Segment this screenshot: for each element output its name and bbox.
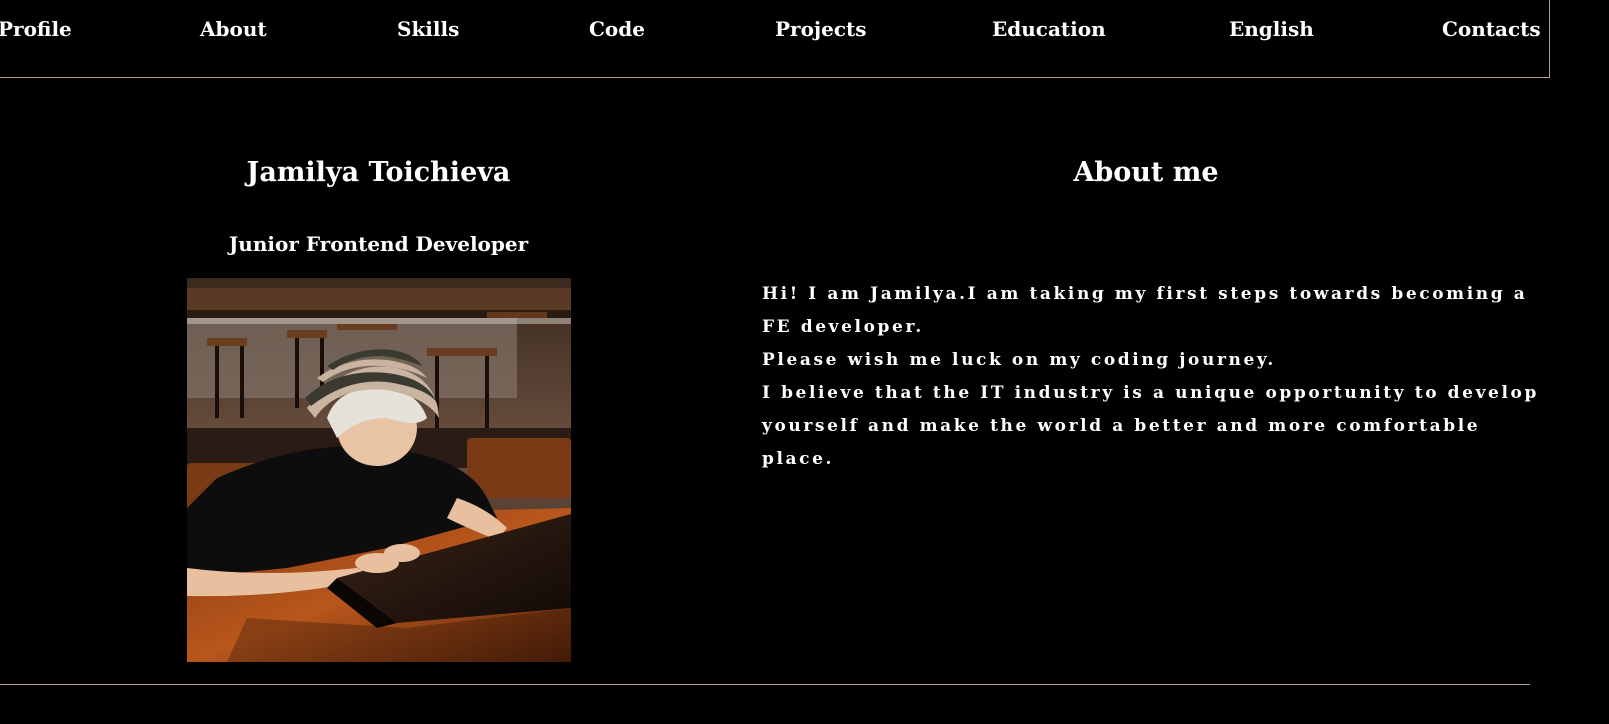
profile-role: Junior Frontend Developer xyxy=(228,232,529,256)
nav-item-contacts[interactable]: Contacts xyxy=(1442,17,1541,41)
nav-item-english[interactable]: English xyxy=(1229,17,1314,41)
nav-item-projects[interactable]: Projects xyxy=(775,17,867,41)
nav-item-code[interactable]: Code xyxy=(589,17,645,41)
section-divider xyxy=(0,684,1530,685)
nav-item-about[interactable]: About xyxy=(200,17,267,41)
nav-item-education[interactable]: Education xyxy=(992,17,1106,41)
about-title: About me xyxy=(1073,157,1219,188)
about-text: Hi! I am Jamilya.I am taking my first st… xyxy=(762,278,1542,476)
profile-photo xyxy=(187,278,571,662)
nav-item-profile[interactable]: Profile xyxy=(0,17,72,41)
about-paragraph: I believe that the IT industry is a uniq… xyxy=(762,383,1539,469)
top-navigation: Profile About Skills Code Projects Educa… xyxy=(0,0,1550,78)
profile-name: Jamilya Toichieva xyxy=(246,157,511,188)
profile-photo-illustration xyxy=(187,278,571,662)
about-paragraph: Hi! I am Jamilya.I am taking my first st… xyxy=(762,284,1528,337)
about-paragraph: Please wish me luck on my coding journey… xyxy=(762,350,1276,370)
nav-item-skills[interactable]: Skills xyxy=(397,17,459,41)
